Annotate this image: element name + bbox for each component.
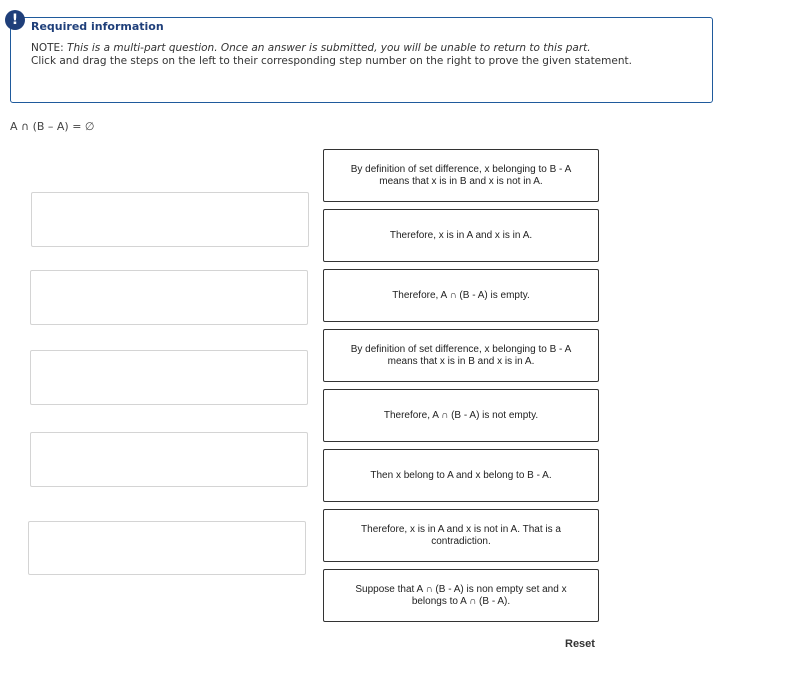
info-note: NOTE: This is a multi-part question. Onc… [31,42,591,54]
note-label: NOTE: [31,42,68,54]
draggable-step[interactable]: Then x belong to A and x belong to B - A… [323,449,599,502]
draggable-step[interactable]: Therefore, x is in A and x is in A. [323,209,599,262]
draggable-step[interactable]: By definition of set difference, x belon… [323,149,599,202]
drop-slot-1[interactable] [31,192,309,247]
alert-icon: ! [5,10,25,30]
draggable-step[interactable]: By definition of set difference, x belon… [323,329,599,382]
drop-slot-5[interactable] [28,521,306,575]
reset-button[interactable]: Reset [565,638,595,650]
drop-slot-4[interactable] [30,432,308,487]
draggable-step[interactable]: Suppose that A ∩ (B - A) is non empty se… [323,569,599,622]
draggable-step[interactable]: Therefore, A ∩ (B - A) is not empty. [323,389,599,442]
draggable-step[interactable]: Therefore, A ∩ (B - A) is empty. [323,269,599,322]
info-title: Required information [31,20,164,33]
note-text: This is a multi-part question. Once an a… [67,42,591,54]
instructions-text: Click and drag the steps on the left to … [31,55,632,67]
draggable-step[interactable]: Therefore, x is in A and x is not in A. … [323,509,599,562]
drop-slot-2[interactable] [30,270,308,325]
drop-slot-3[interactable] [30,350,308,405]
statement-to-prove: A ∩ (B – A) = ∅ [10,120,95,133]
